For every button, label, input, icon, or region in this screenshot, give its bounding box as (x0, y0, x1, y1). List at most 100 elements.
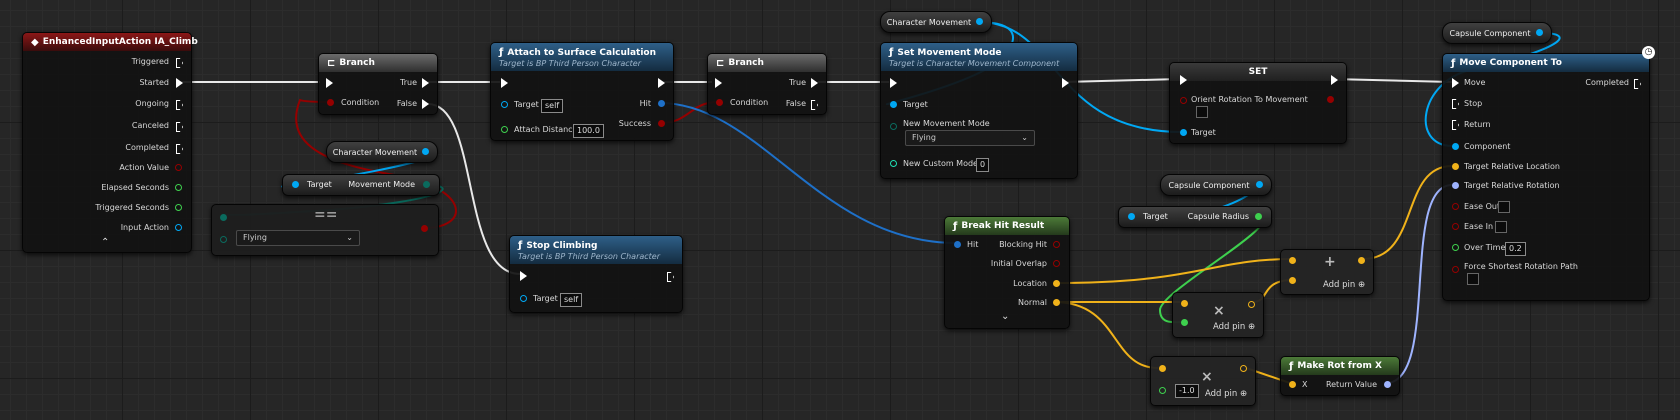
bool-input-pin-orient-rotation[interactable] (1180, 97, 1187, 104)
struct-input-pin-x[interactable] (1289, 381, 1296, 388)
set-variable-node[interactable]: SET Orient Rotation To Movement Target (1169, 62, 1347, 144)
bool-output-pin-success[interactable] (658, 120, 665, 127)
struct-input-pin-a[interactable] (1159, 365, 1166, 372)
get-capsule-radius-node[interactable]: Target Capsule Radius (1118, 206, 1272, 228)
exec-output-pin[interactable] (658, 78, 665, 88)
equal-enum-node[interactable]: Flying ⌄ == (211, 204, 439, 256)
bool-output-pin[interactable] (1327, 96, 1334, 103)
target-value-field[interactable]: self (541, 99, 564, 113)
character-movement-variable-node[interactable]: Character Movement (880, 11, 992, 33)
exec-wire[interactable] (1331, 78, 1453, 83)
bool-input-pin-force-shortest[interactable] (1452, 266, 1459, 273)
add-pin-button[interactable]: Add pin ⊕ (1323, 280, 1365, 290)
target-value-field[interactable]: self (560, 293, 583, 307)
struct-wire[interactable] (1362, 165, 1453, 260)
exec-input-pin[interactable] (520, 271, 527, 281)
struct-output-pin[interactable] (1358, 257, 1365, 264)
add-pin-button[interactable]: Add pin ⊕ (1205, 389, 1247, 399)
exec-output-pin-triggered[interactable] (176, 58, 183, 68)
set-movement-mode-node[interactable]: ƒ Set Movement Mode Target is Character M… (880, 42, 1078, 179)
exec-input-pin[interactable] (890, 78, 897, 88)
capsule-component-variable-node[interactable]: Capsule Component (1442, 22, 1552, 44)
exec-output-pin[interactable] (1062, 78, 1069, 88)
enum-output-pin[interactable] (423, 181, 430, 188)
ease-out-checkbox[interactable] (1498, 201, 1510, 213)
exec-output-pin-true[interactable] (811, 78, 818, 88)
branch-node-2[interactable]: ⊏ Branch Condition True False (707, 53, 827, 115)
object-input-pin-target[interactable] (501, 101, 508, 108)
collapse-chevron-icon[interactable]: ⌃ (101, 237, 109, 248)
object-output-pin[interactable] (976, 18, 983, 25)
attach-distance-field[interactable]: 100.0 (573, 124, 604, 138)
object-input-pin-target[interactable] (292, 181, 299, 188)
struct-output-pin[interactable] (1248, 301, 1255, 308)
object-output-pin-input-action[interactable] (175, 224, 182, 231)
object-output-pin[interactable] (1536, 29, 1543, 36)
bool-output-pin-action-value[interactable] (175, 164, 182, 171)
rotator-input-pin-rotation[interactable] (1452, 182, 1459, 189)
rotator-output-pin[interactable] (1384, 381, 1391, 388)
bool-output-pin-blocking-hit[interactable] (1053, 241, 1060, 248)
object-output-pin[interactable] (1256, 181, 1263, 188)
exec-output-pin-started[interactable] (176, 78, 183, 88)
float-input-pin-b[interactable] (1159, 387, 1166, 394)
exec-input-pin-stop[interactable] (1452, 99, 1459, 109)
force-shortest-rotation-checkbox[interactable] (1467, 273, 1479, 285)
input-action-event-node[interactable]: ◆ EnhancedInputAction IA_Climb Triggered… (22, 32, 198, 253)
add-pin-button[interactable]: Add pin ⊕ (1213, 322, 1255, 332)
exec-input-pin[interactable] (326, 78, 333, 88)
object-input-pin-target[interactable] (1180, 129, 1187, 136)
bool-output-pin-initial-overlap[interactable] (1053, 260, 1060, 267)
struct-output-pin-hit[interactable] (658, 100, 665, 107)
new-movement-mode-dropdown[interactable]: Flying ⌄ (905, 130, 1035, 146)
attach-to-surface-calculation-node[interactable]: ƒ Attach to Surface Calculation Target is… (490, 42, 674, 141)
enum-input-pin-a[interactable] (220, 214, 227, 221)
exec-input-pin-return[interactable] (1452, 120, 1459, 130)
break-hit-result-node[interactable]: ƒ Break Hit Result Hit Blocking Hit Init… (944, 216, 1070, 329)
struct-input-pin-a[interactable] (1289, 257, 1296, 264)
ease-in-checkbox[interactable] (1495, 221, 1507, 233)
struct-input-pin-hit[interactable] (954, 241, 961, 248)
character-movement-variable-node[interactable]: Character Movement (326, 141, 438, 163)
exec-output-pin-completed[interactable] (1634, 79, 1641, 89)
enum-input-pin-b[interactable] (220, 236, 227, 243)
capsule-component-variable-node[interactable]: Capsule Component (1160, 174, 1272, 196)
exec-output-pin-completed[interactable] (176, 144, 183, 154)
struct-input-pin-b[interactable] (1289, 277, 1296, 284)
exec-output-pin-false[interactable] (422, 99, 429, 109)
make-rot-from-x-node[interactable]: ƒ Make Rot from X X Return Value (1280, 356, 1400, 396)
float-output-pin-elapsed[interactable] (175, 184, 182, 191)
object-input-pin-target[interactable] (1128, 213, 1135, 220)
float-input-pin-over-time[interactable] (1452, 244, 1459, 251)
new-custom-mode-field[interactable]: 0 (976, 158, 990, 172)
exec-input-pin[interactable] (501, 78, 508, 88)
bool-input-pin-condition[interactable] (716, 99, 723, 106)
object-input-pin-target[interactable] (520, 295, 527, 302)
struct-input-pin-location[interactable] (1452, 163, 1459, 170)
exec-input-pin-move[interactable] (1452, 78, 1459, 88)
exec-output-pin-ongoing[interactable] (176, 100, 183, 110)
struct-input-pin-a[interactable] (1181, 300, 1188, 307)
int-input-pin-new-custom-mode[interactable] (890, 160, 897, 167)
bool-input-pin-ease-in[interactable] (1452, 223, 1459, 230)
multiply-node-2[interactable]: -1.0 × Add pin ⊕ (1150, 356, 1256, 406)
movement-mode-dropdown[interactable]: Flying ⌄ (236, 230, 360, 246)
exec-input-pin[interactable] (1180, 75, 1187, 85)
float-output-pin[interactable] (1255, 213, 1262, 220)
exec-output-pin-false[interactable] (811, 100, 818, 110)
object-input-pin-component[interactable] (1452, 143, 1459, 150)
struct-output-pin[interactable] (1240, 365, 1247, 372)
bool-input-pin-ease-out[interactable] (1452, 203, 1459, 210)
branch-node-1[interactable]: ⊏ Branch Condition True False (318, 53, 438, 115)
struct-output-pin-location[interactable] (1053, 280, 1060, 287)
exec-input-pin[interactable] (715, 78, 722, 88)
exec-output-pin-canceled[interactable] (176, 122, 183, 132)
exec-output-pin[interactable] (667, 272, 674, 282)
exec-output-pin-true[interactable] (422, 78, 429, 88)
multiplier-value-field[interactable]: -1.0 (1175, 384, 1199, 398)
struct-output-pin-normal[interactable] (1053, 299, 1060, 306)
exec-output-pin[interactable] (1331, 75, 1338, 85)
bool-input-pin-condition[interactable] (327, 99, 334, 106)
struct-wire[interactable] (1053, 258, 1294, 284)
object-input-pin-target[interactable] (890, 101, 897, 108)
